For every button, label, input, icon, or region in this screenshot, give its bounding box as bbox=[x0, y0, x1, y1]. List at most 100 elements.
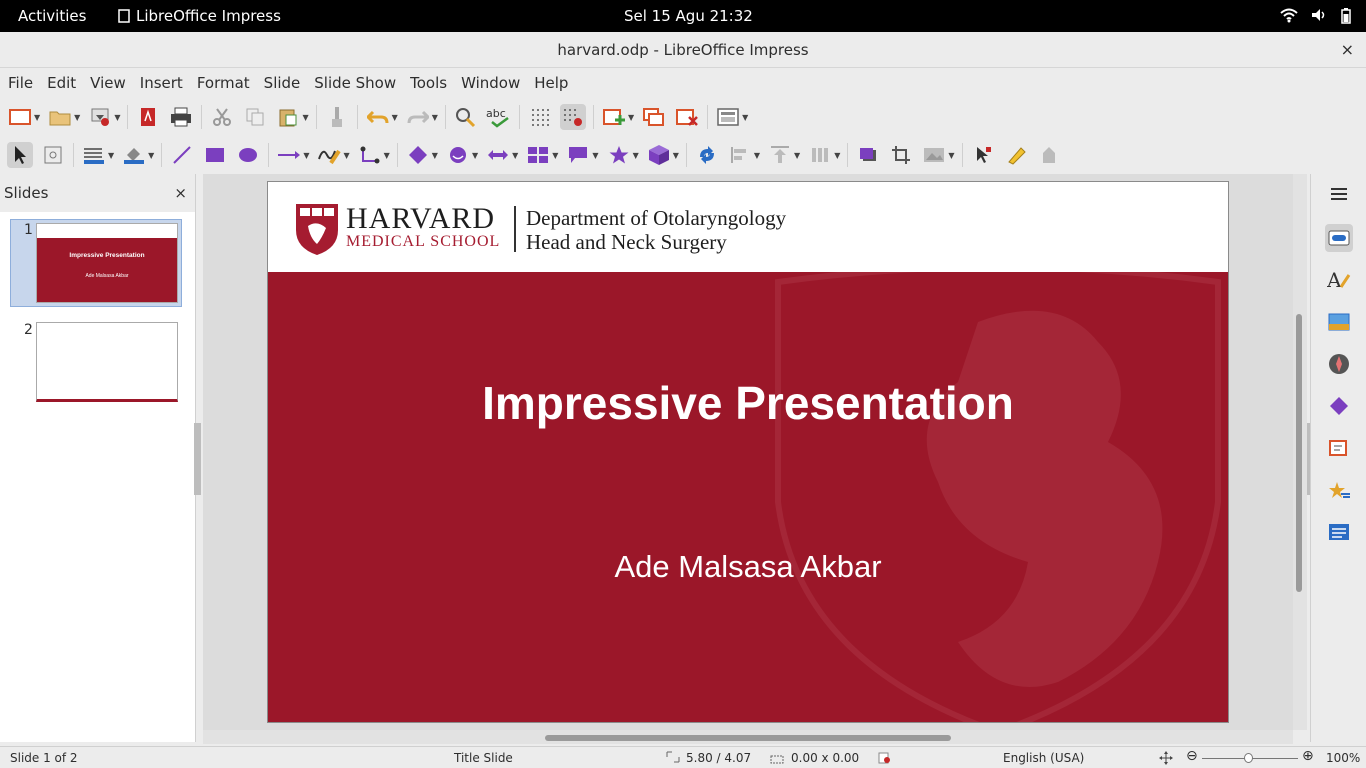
sidebar-slide-transition-tab[interactable] bbox=[1325, 434, 1353, 462]
redo-button[interactable] bbox=[405, 104, 431, 130]
spelling-button[interactable]: abc bbox=[486, 104, 512, 130]
duplicate-slide-button[interactable] bbox=[641, 104, 667, 130]
crop-button[interactable] bbox=[888, 142, 914, 168]
curves-dropdown-arrow[interactable]: ▼ bbox=[343, 151, 349, 160]
filter-button[interactable] bbox=[921, 142, 947, 168]
sidebar-navigator-tab[interactable] bbox=[1325, 350, 1353, 378]
fill-color-dropdown-arrow[interactable]: ▼ bbox=[148, 151, 154, 160]
vertical-scroll-thumb[interactable] bbox=[1296, 314, 1302, 592]
curves-tool[interactable] bbox=[316, 142, 342, 168]
app-menu[interactable]: LibreOffice Impress bbox=[118, 7, 281, 25]
save-button[interactable] bbox=[87, 104, 113, 130]
zoom-in-button[interactable]: ⊕ bbox=[1302, 748, 1314, 764]
undo-button[interactable] bbox=[365, 104, 391, 130]
export-pdf-button[interactable] bbox=[135, 104, 161, 130]
print-button[interactable] bbox=[168, 104, 194, 130]
ellipse-tool[interactable] bbox=[235, 142, 261, 168]
arrange-button[interactable] bbox=[767, 142, 793, 168]
symbol-shapes-dropdown-arrow[interactable]: ▼ bbox=[472, 151, 478, 160]
open-button[interactable] bbox=[47, 104, 73, 130]
zoom-level[interactable]: 100% bbox=[1326, 751, 1360, 765]
slide-editor[interactable]: HARVARD MEDICAL SCHOOL Department of Oto… bbox=[267, 181, 1229, 723]
select-tool[interactable] bbox=[7, 142, 33, 168]
paste-dropdown-arrow[interactable]: ▼ bbox=[302, 113, 308, 122]
new-slide-dropdown-arrow[interactable]: ▼ bbox=[628, 113, 634, 122]
menu-tools[interactable]: Tools bbox=[410, 68, 455, 98]
system-tray[interactable] bbox=[1280, 7, 1352, 25]
align-objects-button[interactable] bbox=[727, 142, 753, 168]
copy-button[interactable] bbox=[242, 104, 268, 130]
horizontal-scrollbar[interactable] bbox=[203, 730, 1293, 744]
close-window-button[interactable]: × bbox=[1341, 40, 1354, 59]
sidebar-styles-tab[interactable]: A bbox=[1325, 266, 1353, 294]
distribute-button[interactable] bbox=[807, 142, 833, 168]
delete-slide-button[interactable] bbox=[674, 104, 700, 130]
clock[interactable]: Sel 15 Agu 21:32 bbox=[624, 7, 753, 25]
arrange-dropdown-arrow[interactable]: ▼ bbox=[794, 151, 800, 160]
new-button[interactable] bbox=[7, 104, 33, 130]
menu-help[interactable]: Help bbox=[534, 68, 576, 98]
glue-points-button[interactable] bbox=[1003, 142, 1029, 168]
display-grid-button[interactable] bbox=[527, 104, 553, 130]
shadow-button[interactable] bbox=[855, 142, 881, 168]
lines-arrows-tool[interactable] bbox=[276, 142, 302, 168]
slide-thumbnail-1[interactable]: Impressive Presentation Ade Malsasa Akba… bbox=[36, 223, 178, 303]
insert-line-tool[interactable] bbox=[169, 142, 195, 168]
new-dropdown-arrow[interactable]: ▼ bbox=[34, 113, 40, 122]
helplines-button[interactable] bbox=[559, 104, 586, 130]
slide-layout-button[interactable] bbox=[715, 104, 741, 130]
symbol-shapes-tool[interactable] bbox=[445, 142, 471, 168]
zoom-out-button[interactable]: ⊖ bbox=[1186, 748, 1198, 764]
menu-file[interactable]: File bbox=[8, 68, 41, 98]
undo-dropdown-arrow[interactable]: ▼ bbox=[392, 113, 398, 122]
line-color-dropdown-arrow[interactable]: ▼ bbox=[108, 151, 114, 160]
stars-tool[interactable] bbox=[606, 142, 632, 168]
sidebar-master-slides-tab[interactable] bbox=[1325, 518, 1353, 546]
menu-slide-show[interactable]: Slide Show bbox=[314, 68, 404, 98]
sidebar-animation-tab[interactable] bbox=[1325, 476, 1353, 504]
line-color-button[interactable] bbox=[81, 142, 107, 168]
menu-insert[interactable]: Insert bbox=[140, 68, 191, 98]
menu-window[interactable]: Window bbox=[461, 68, 528, 98]
paste-button[interactable] bbox=[275, 104, 301, 130]
find-replace-button[interactable] bbox=[453, 104, 479, 130]
connectors-dropdown-arrow[interactable]: ▼ bbox=[384, 151, 390, 160]
connectors-tool[interactable] bbox=[357, 142, 383, 168]
filter-dropdown-arrow[interactable]: ▼ bbox=[948, 151, 954, 160]
zoom-pan-tool[interactable] bbox=[40, 142, 66, 168]
fit-slide-icon[interactable] bbox=[1159, 751, 1173, 765]
callout-shapes-tool[interactable] bbox=[565, 142, 591, 168]
save-dropdown-arrow[interactable]: ▼ bbox=[114, 113, 120, 122]
stars-dropdown-arrow[interactable]: ▼ bbox=[633, 151, 639, 160]
lines-arrows-dropdown-arrow[interactable]: ▼ bbox=[303, 151, 309, 160]
basic-shapes-dropdown-arrow[interactable]: ▼ bbox=[432, 151, 438, 160]
layout-name-status[interactable]: Title Slide bbox=[454, 751, 513, 765]
slide-title[interactable]: Impressive Presentation bbox=[268, 376, 1228, 430]
basic-shapes-tool[interactable] bbox=[405, 142, 431, 168]
distribute-dropdown-arrow[interactable]: ▼ bbox=[834, 151, 840, 160]
new-slide-button[interactable] bbox=[601, 104, 627, 130]
slide-thumbnail-2[interactable] bbox=[36, 322, 178, 402]
menu-format[interactable]: Format bbox=[197, 68, 258, 98]
slides-panel-resize-handle[interactable] bbox=[194, 423, 201, 495]
points-button[interactable] bbox=[970, 142, 996, 168]
fill-color-button[interactable] bbox=[121, 142, 147, 168]
align-dropdown-arrow[interactable]: ▼ bbox=[754, 151, 760, 160]
close-slides-panel-button[interactable]: × bbox=[174, 184, 187, 202]
3d-objects-dropdown-arrow[interactable]: ▼ bbox=[673, 151, 679, 160]
redo-dropdown-arrow[interactable]: ▼ bbox=[432, 113, 438, 122]
menu-view[interactable]: View bbox=[90, 68, 134, 98]
rectangle-tool[interactable] bbox=[202, 142, 228, 168]
extrusion-button[interactable] bbox=[1036, 142, 1062, 168]
open-dropdown-arrow[interactable]: ▼ bbox=[74, 113, 80, 122]
cut-button[interactable] bbox=[209, 104, 235, 130]
flowchart-tool[interactable] bbox=[525, 142, 551, 168]
flowchart-dropdown-arrow[interactable]: ▼ bbox=[552, 151, 558, 160]
sidebar-shapes-tab[interactable] bbox=[1325, 392, 1353, 420]
clone-formatting-button[interactable] bbox=[324, 104, 350, 130]
callout-dropdown-arrow[interactable]: ▼ bbox=[592, 151, 598, 160]
sidebar-menu-button[interactable] bbox=[1325, 180, 1353, 208]
slide-subtitle[interactable]: Ade Malsasa Akbar bbox=[268, 549, 1228, 585]
menu-slide[interactable]: Slide bbox=[264, 68, 309, 98]
block-arrows-tool[interactable] bbox=[485, 142, 511, 168]
